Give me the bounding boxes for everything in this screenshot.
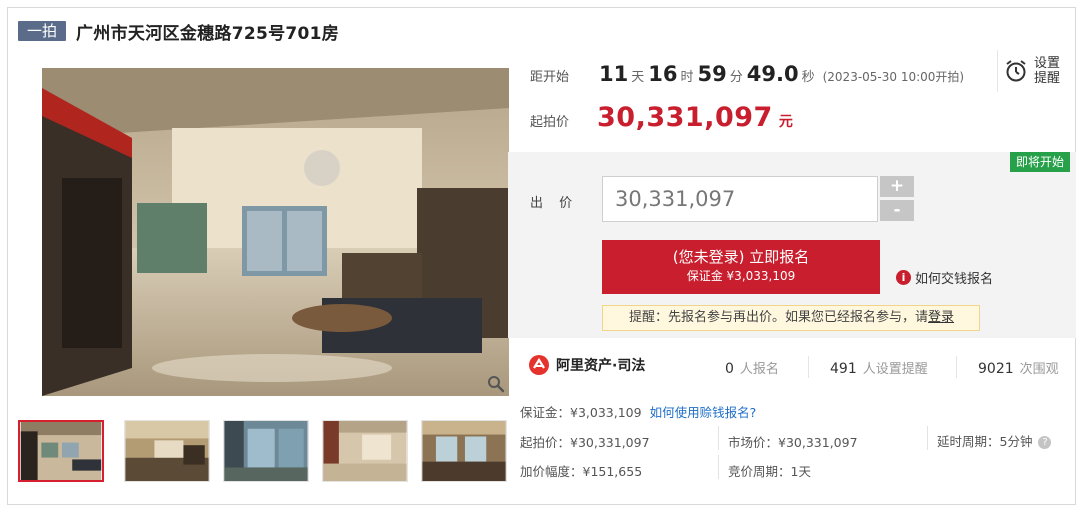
bid-label: 出 价 [530,196,579,211]
start-price-detail: 起拍价：¥30,331,097 [520,435,650,450]
how-to-pay-label: 如何交钱报名 [915,272,994,287]
credit-signup-help-link[interactable]: 如何使用赊钱报名? [650,405,757,420]
market-price-detail: 市场价：¥30,331,097 [728,435,858,450]
signup-count-num: 0 [725,361,734,377]
increment-detail: 加价幅度：¥151,655 [520,464,643,479]
notice-text: 提醒：先报名参与再出价。如果您已经报名参与，请 [629,310,929,325]
countdown-label: 距开始 [530,70,570,85]
signup-button-label: (您未登录) 立即报名 [672,248,810,266]
countdown-seconds: 49.0 [746,62,799,86]
signup-count: 0 人报名 [725,358,779,377]
bidding-cycle-detail: 竞价周期：1天 [728,464,811,479]
countdown: 距开始 11 天 16 时 59 分 49.0 秒 (2023-05-30 10… [530,62,964,90]
main-photo[interactable] [42,68,509,396]
detail-divider [718,455,719,479]
start-time: (2023-05-30 10:00开拍) [822,70,965,84]
zoom-icon[interactable] [487,375,505,393]
signup-button[interactable]: (您未登录) 立即报名 保证金 ¥3,033,109 [602,240,880,294]
increase-bid-button[interactable]: + [880,176,914,197]
signup-deposit-label: 保证金 ¥3,033,109 [686,269,796,283]
reminder-count-num: 491 [830,361,857,377]
help-icon[interactable]: ? [1038,436,1052,449]
page-title: 广州市天河区金穗路725号701房 [76,23,340,44]
reminder-count: 491 人设置提醒 [830,358,928,377]
countdown-minutes: 59 [697,62,727,86]
reminder-label: 设置 提醒 [1034,56,1060,86]
view-count: 9021 次围观 [978,358,1059,377]
countdown-minutes-unit: 分 [729,70,743,85]
signup-notice: 提醒：先报名参与再出价。如果您已经报名参与，请登录 [602,305,980,331]
thumbnail-strip [18,420,508,482]
bid-input[interactable]: 30,331,097 [602,176,878,222]
start-price-label: 起拍价 [530,115,570,130]
countdown-hours-unit: 时 [680,70,694,85]
stats-bar: 阿里资产·司法 0 人报名 491 人设置提醒 9021 次围观 [508,342,1076,390]
deposit-detail: 保证金：¥3,033,109 如何使用赊钱报名? [520,402,756,421]
auction-round-badge: 一拍 [18,21,67,41]
deposit-detail-text: 保证金：¥3,033,109 [520,405,642,420]
set-reminder-button[interactable]: 设置 提醒 [997,50,1067,92]
countdown-days: 11 [599,62,629,86]
view-count-num: 9021 [978,361,1014,377]
stat-divider [956,356,957,378]
start-price-unit: 元 [778,114,793,130]
countdown-hours: 16 [648,62,678,86]
thumbnail-4[interactable] [322,420,408,482]
brand-logo: 阿里资产·司法 [528,354,645,376]
detail-divider [927,426,928,450]
bid-panel: 即将开始 出 价 30,331,097 + - (您未登录) 立即报名 保证金 … [508,152,1076,338]
reminder-line2: 提醒 [1034,71,1061,86]
signup-count-label: 人报名 [739,362,779,377]
detail-divider [718,426,719,450]
start-price-row: 起拍价 30,331,097 元 [530,102,793,136]
thumbnail-3[interactable] [223,420,309,482]
reminder-line1: 设置 [1034,56,1061,71]
how-to-pay-link[interactable]: i 如何交钱报名 [896,268,993,287]
status-badge: 即将开始 [1009,152,1070,172]
view-count-label: 次围观 [1019,362,1059,377]
delay-period-detail: 延时周期：5分钟? [937,431,1052,450]
countdown-days-unit: 天 [631,70,645,85]
stat-divider [808,356,809,378]
thumbnail-5[interactable] [421,420,507,482]
countdown-seconds-unit: 秒 [801,70,815,85]
ali-asset-icon [529,355,549,375]
thumbnail-2[interactable] [124,420,210,482]
reminder-count-label: 人设置提醒 [862,362,928,377]
decrease-bid-button[interactable]: - [880,200,914,221]
alarm-clock-icon [1006,60,1026,82]
info-icon: i [896,270,911,285]
start-price-value: 30,331,097 [597,102,773,133]
brand-name: 阿里资产·司法 [556,358,646,374]
thumbnail-1[interactable] [18,420,104,482]
delay-period-text: 延时周期：5分钟 [937,434,1033,449]
login-link[interactable]: 登录 [928,310,954,325]
title-row: 一拍 广州市天河区金穗路725号701房 [18,20,340,44]
